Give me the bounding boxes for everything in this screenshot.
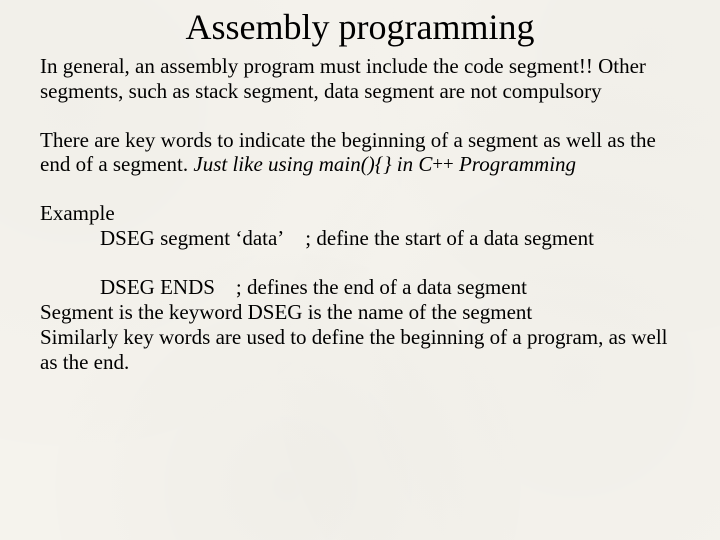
paragraph-3: Example DSEG segment ‘data’ ; define the… [40,201,680,374]
example-label: Example [40,201,115,225]
slide-title: Assembly programming [40,6,680,48]
code-line-2: DSEG ENDS ; defines the end of a data se… [40,275,680,300]
plus-plus-symbol: ++ [432,154,453,175]
slide-body: In general, an assembly program must inc… [40,54,680,374]
text: Segment is the keyword DSEG is the name … [40,300,532,324]
text: Similarly key words are used to define t… [40,325,668,374]
emphasis-text-2: Programming [454,152,576,176]
c-plus-plus: ++ [432,152,453,176]
code-line-1: DSEG segment ‘data’ ; define the start o… [40,226,680,251]
text: In general, an assembly program must inc… [40,54,646,103]
paragraph-2: There are key words to indicate the begi… [40,128,680,178]
emphasis-text: Just like using main(){} in C [193,152,432,176]
paragraph-1: In general, an assembly program must inc… [40,54,680,104]
